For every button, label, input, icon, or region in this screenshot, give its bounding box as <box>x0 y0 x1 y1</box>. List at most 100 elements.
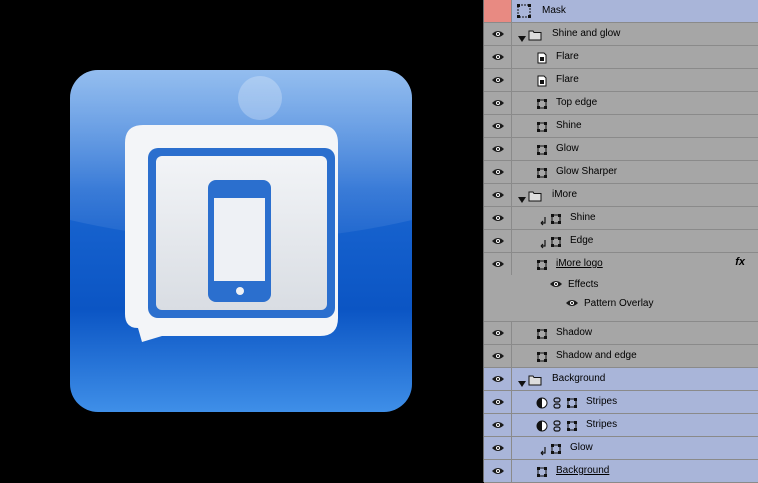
layer-row[interactable]: Glow <box>484 437 758 460</box>
layers-panel: Mask Shine and glow Flare Flare Top edge Shin… <box>483 0 758 483</box>
layer-row[interactable]: Stripes <box>484 414 758 437</box>
layer-name: Glow <box>556 143 579 154</box>
layer-name: Background <box>556 465 610 476</box>
layer-visibility-toggle[interactable] <box>484 345 512 367</box>
layer-row[interactable]: Background <box>484 460 758 483</box>
layer-group-row[interactable]: iMore <box>484 184 758 207</box>
eye-icon <box>491 169 504 175</box>
layer-row[interactable]: iMore logo fx Effects Pattern Overlay <box>484 253 758 322</box>
document-canvas[interactable] <box>0 0 483 482</box>
shape-layer-icon <box>566 396 578 408</box>
eye-icon <box>491 54 504 60</box>
layer-row[interactable]: Glow <box>484 138 758 161</box>
layer-visibility-empty[interactable] <box>484 0 512 22</box>
layer-name: iMore logo <box>556 258 603 269</box>
layer-name: Background <box>552 373 606 384</box>
folder-icon <box>528 373 542 386</box>
layer-row[interactable]: Flare <box>484 69 758 92</box>
layer-group-row[interactable]: Background <box>484 368 758 391</box>
layer-name: Shadow and edge <box>556 350 637 361</box>
layer-visibility-toggle[interactable] <box>484 253 512 275</box>
eye-icon <box>491 238 504 244</box>
layer-visibility-toggle[interactable] <box>484 368 512 390</box>
imore-icon-graphic <box>70 70 412 412</box>
folder-icon <box>528 189 542 202</box>
layer-visibility-toggle[interactable] <box>484 46 512 68</box>
eye-icon <box>491 261 504 267</box>
layer-visibility-toggle[interactable] <box>484 437 512 459</box>
layer-effect-label: Pattern Overlay <box>584 298 654 309</box>
layer-name: Top edge <box>556 97 598 108</box>
eye-icon <box>491 468 504 474</box>
eye-icon <box>491 376 504 382</box>
layer-visibility-toggle[interactable] <box>484 414 512 436</box>
adjustment-layer-icon <box>536 396 548 409</box>
layer-visibility-toggle[interactable] <box>484 138 512 160</box>
layer-row[interactable]: Stripes <box>484 391 758 414</box>
layer-row[interactable]: Edge <box>484 230 758 253</box>
layer-visibility-toggle[interactable] <box>484 115 512 137</box>
shape-layer-icon <box>550 212 562 224</box>
shape-layer-icon <box>536 166 548 178</box>
layer-row[interactable]: Shine <box>484 207 758 230</box>
link-icon <box>553 419 565 432</box>
smart-object-icon <box>536 51 548 64</box>
layer-visibility-toggle[interactable] <box>484 69 512 91</box>
imore-app-icon <box>70 70 412 412</box>
layer-row[interactable]: Glow Sharper <box>484 161 758 184</box>
smart-object-icon <box>536 74 548 87</box>
layer-visibility-toggle[interactable] <box>484 230 512 252</box>
eye-icon <box>491 123 504 129</box>
eye-icon <box>550 281 562 288</box>
eye-icon <box>491 422 504 428</box>
eye-icon <box>491 100 504 106</box>
eye-icon <box>491 146 504 152</box>
layer-visibility-toggle[interactable] <box>484 23 512 45</box>
layer-name: Stripes <box>586 419 618 430</box>
layer-visibility-toggle[interactable] <box>484 161 512 183</box>
shape-layer-icon <box>536 143 548 155</box>
layer-row[interactable]: Shadow <box>484 322 758 345</box>
layer-row[interactable]: Top edge <box>484 92 758 115</box>
layer-row[interactable]: Shine <box>484 115 758 138</box>
layer-effect-item[interactable]: Pattern Overlay <box>566 294 653 313</box>
layer-visibility-toggle[interactable] <box>484 92 512 114</box>
layer-visibility-toggle[interactable] <box>484 207 512 229</box>
eye-icon <box>491 399 504 405</box>
shape-layer-icon <box>536 97 548 109</box>
shape-layer-icon <box>536 327 548 339</box>
layer-visibility-toggle[interactable] <box>484 322 512 344</box>
eye-icon <box>566 300 578 307</box>
layer-row[interactable]: Flare <box>484 46 758 69</box>
layer-name: Flare <box>556 74 579 85</box>
shape-layer-icon <box>550 442 562 454</box>
layer-name: Shine <box>556 120 582 131</box>
layer-name: Edge <box>570 235 594 246</box>
layer-name: Stripes <box>586 396 618 407</box>
shape-layer-icon <box>536 465 548 477</box>
eye-icon <box>491 445 504 451</box>
folder-icon <box>528 28 542 41</box>
layer-name: Shine and glow <box>552 28 621 39</box>
layer-row[interactable]: Mask <box>484 0 758 23</box>
layer-group-row[interactable]: Shine and glow <box>484 23 758 46</box>
eye-icon <box>491 192 504 198</box>
shape-layer-icon <box>566 419 578 431</box>
layer-name: Flare <box>556 51 579 62</box>
layer-visibility-toggle[interactable] <box>484 460 512 482</box>
shape-layer-icon <box>536 258 548 270</box>
eye-icon <box>491 77 504 83</box>
shape-layer-icon <box>536 350 548 362</box>
mask-icon <box>516 3 531 18</box>
link-icon <box>553 396 565 409</box>
layer-name: Shine <box>570 212 596 223</box>
layer-row[interactable]: Shadow and edge <box>484 345 758 368</box>
layer-visibility-toggle[interactable] <box>484 391 512 413</box>
layer-effect-item[interactable]: Effects <box>550 275 598 294</box>
eye-icon <box>491 353 504 359</box>
layer-visibility-toggle[interactable] <box>484 184 512 206</box>
adjustment-layer-icon <box>536 419 548 432</box>
shape-layer-icon <box>536 120 548 132</box>
layer-effects-badge[interactable]: fx <box>735 256 745 268</box>
layer-effect-label: Effects <box>568 279 599 290</box>
